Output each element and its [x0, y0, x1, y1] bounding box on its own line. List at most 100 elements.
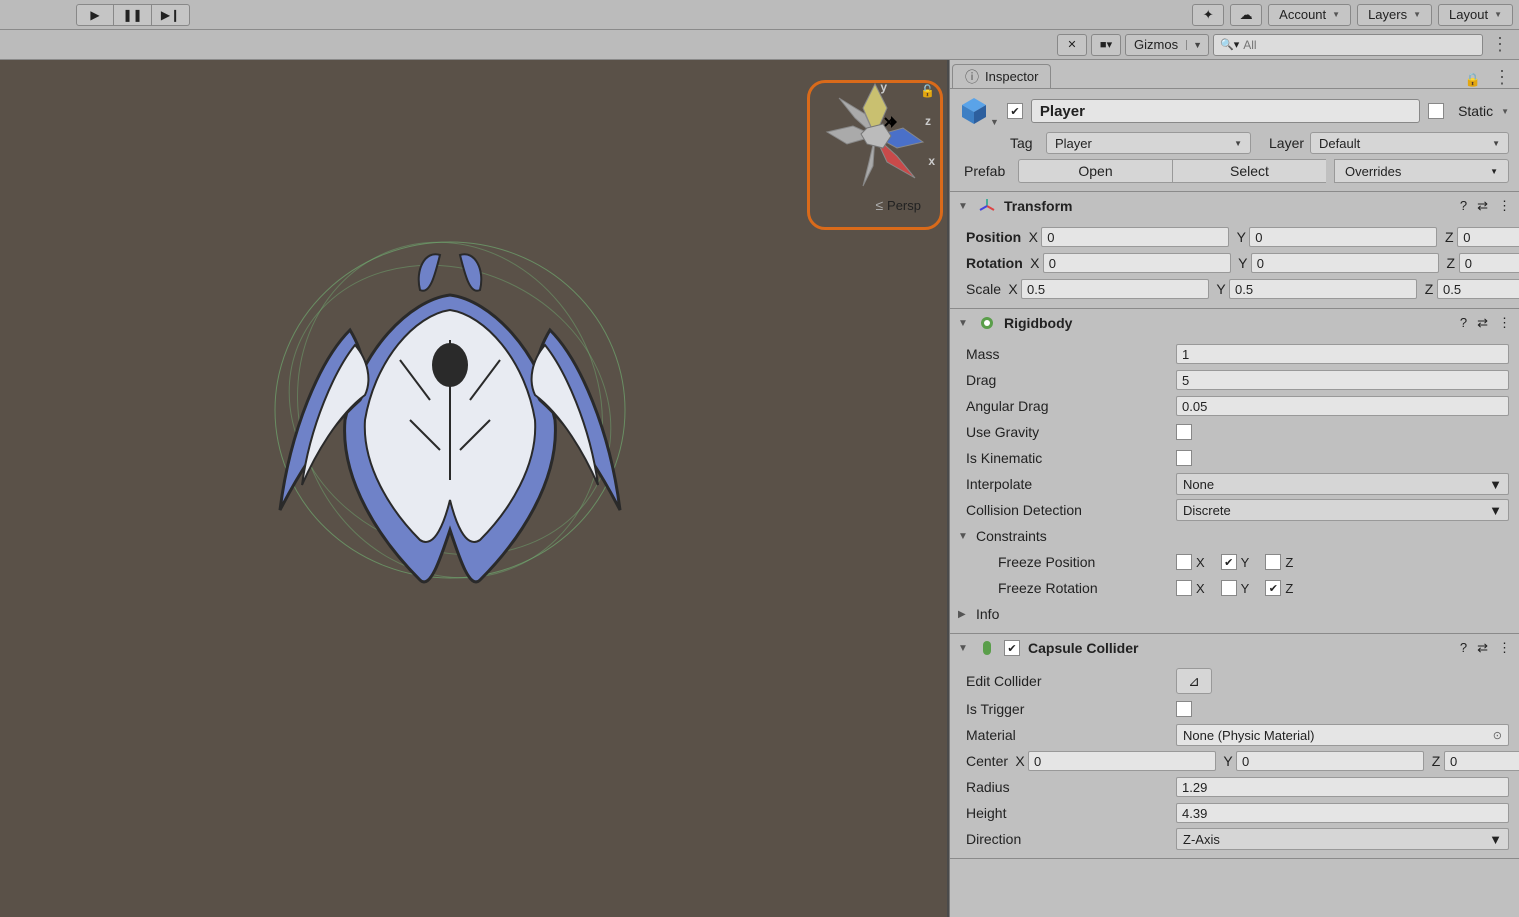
component-menu-icon[interactable]: ⋮ — [1498, 198, 1511, 214]
step-button[interactable]: ▶❙ — [152, 4, 190, 26]
collision-detection-label: Collision Detection — [960, 502, 1170, 518]
scene-viewport[interactable]: y z x ≤ Persp 🔓 — [0, 60, 949, 917]
prefab-overrides-dropdown[interactable]: Overrides▼ — [1334, 159, 1509, 183]
foldout-icon[interactable]: ▶ — [958, 609, 970, 620]
collab-icon[interactable]: ✦ — [1192, 4, 1224, 26]
search-input[interactable] — [1243, 38, 1476, 52]
center-z-field[interactable] — [1444, 751, 1519, 771]
cloud-icon[interactable]: ☁ — [1230, 4, 1262, 26]
freeze-pos-y-checkbox[interactable]: ✔ — [1221, 554, 1237, 570]
scene-menu-icon[interactable]: ⋮ — [1487, 34, 1513, 55]
gizmos-dropdown[interactable]: Gizmos ▼ — [1125, 34, 1209, 56]
use-gravity-label: Use Gravity — [960, 424, 1170, 440]
drag-field[interactable] — [1176, 370, 1509, 390]
preset-icon[interactable]: ⇄ — [1477, 640, 1488, 656]
prefab-label: Prefab — [958, 163, 1018, 179]
edit-collider-label: Edit Collider — [960, 673, 1170, 689]
prefab-select-button[interactable]: Select — [1172, 159, 1326, 183]
angular-drag-label: Angular Drag — [960, 398, 1170, 414]
camera-toggle-icon[interactable]: ■▾ — [1091, 34, 1121, 56]
position-x-field[interactable] — [1041, 227, 1229, 247]
drag-label: Drag — [960, 372, 1170, 388]
rotation-x-field[interactable] — [1043, 253, 1231, 273]
edit-collider-button[interactable]: ⊿ — [1176, 668, 1212, 694]
is-trigger-label: Is Trigger — [960, 701, 1170, 717]
rotation-y-field[interactable] — [1251, 253, 1439, 273]
use-gravity-checkbox[interactable] — [1176, 424, 1192, 440]
height-label: Height — [960, 805, 1170, 821]
axis-x-label: x — [928, 154, 935, 168]
collision-detection-dropdown[interactable]: Discrete▼ — [1176, 499, 1509, 521]
account-dropdown[interactable]: Account▼ — [1268, 4, 1351, 26]
capsule-enabled-checkbox[interactable]: ✔ — [1004, 640, 1020, 656]
rotation-z-field[interactable] — [1459, 253, 1519, 273]
tag-dropdown[interactable]: Player▼ — [1046, 132, 1251, 154]
transform-icon — [978, 197, 996, 215]
lock-inspector-icon[interactable]: 🔒 — [1465, 72, 1481, 88]
foldout-icon: ▼ — [958, 318, 970, 329]
radius-label: Radius — [960, 779, 1170, 795]
object-picker-icon[interactable]: ⊙ — [1493, 729, 1502, 742]
height-field[interactable] — [1176, 803, 1509, 823]
prefab-open-button[interactable]: Open — [1018, 159, 1172, 183]
direction-dropdown[interactable]: Z-Axis▼ — [1176, 828, 1509, 850]
pause-button[interactable]: ❚❚ — [114, 4, 152, 26]
transform-header[interactable]: ▼ Transform ?⇄⋮ — [950, 192, 1519, 220]
rigidbody-header[interactable]: ▼ Rigidbody ? ⇄ ⋮ — [950, 309, 1519, 337]
freeze-rotation-label: Freeze Rotation — [960, 580, 1170, 596]
transform-title: Transform — [1004, 198, 1452, 214]
inspector-tab[interactable]: ⓘ Inspector — [952, 64, 1051, 88]
help-icon[interactable]: ? — [1460, 640, 1467, 656]
position-y-field[interactable] — [1249, 227, 1437, 247]
play-button[interactable]: ▶ — [76, 4, 114, 26]
prefab-cube-icon[interactable] — [958, 95, 990, 127]
layer-dropdown[interactable]: Default▼ — [1310, 132, 1509, 154]
scale-x-field[interactable] — [1021, 279, 1209, 299]
scale-z-field[interactable] — [1437, 279, 1519, 299]
is-trigger-checkbox[interactable] — [1176, 701, 1192, 717]
material-field[interactable]: None (Physic Material)⊙ — [1176, 724, 1509, 746]
center-x-field[interactable] — [1028, 751, 1216, 771]
inspector-menu-icon[interactable]: ⋮ — [1489, 67, 1515, 88]
orientation-gizmo[interactable] — [815, 76, 935, 196]
preset-icon[interactable]: ⇄ — [1477, 315, 1488, 331]
is-kinematic-checkbox[interactable] — [1176, 450, 1192, 466]
component-menu-icon[interactable]: ⋮ — [1498, 640, 1511, 656]
toolbar-right: ✦ ☁ Account▼ Layers▼ Layout▼ — [1192, 4, 1513, 26]
layers-dropdown[interactable]: Layers▼ — [1357, 4, 1432, 26]
object-name-field[interactable] — [1031, 99, 1420, 123]
freeze-pos-z-checkbox[interactable] — [1265, 554, 1281, 570]
scene-toolbar: ✕ ■▾ Gizmos ▼ 🔍▾ ⋮ — [0, 30, 1519, 60]
center-y-field[interactable] — [1236, 751, 1424, 771]
freeze-rot-z-checkbox[interactable]: ✔ — [1265, 580, 1281, 596]
freeze-rot-y-checkbox[interactable] — [1221, 580, 1237, 596]
position-z-field[interactable] — [1457, 227, 1519, 247]
help-icon[interactable]: ? — [1460, 198, 1467, 214]
constraints-label: Constraints — [976, 528, 1174, 544]
radius-field[interactable] — [1176, 777, 1509, 797]
foldout-icon[interactable]: ▼ — [958, 531, 970, 542]
component-menu-icon[interactable]: ⋮ — [1498, 315, 1511, 331]
help-icon[interactable]: ? — [1460, 315, 1467, 331]
scene-search[interactable]: 🔍▾ — [1213, 34, 1483, 56]
freeze-rot-x-checkbox[interactable] — [1176, 580, 1192, 596]
projection-label[interactable]: ≤ Persp — [875, 197, 921, 213]
preset-icon[interactable]: ⇄ — [1477, 198, 1488, 214]
lock-gizmo-icon[interactable]: 🔓 — [920, 84, 935, 98]
static-checkbox[interactable] — [1428, 103, 1444, 119]
freeze-pos-x-checkbox[interactable] — [1176, 554, 1192, 570]
tag-label: Tag — [1010, 135, 1040, 151]
search-icon: 🔍▾ — [1220, 38, 1239, 51]
interpolate-dropdown[interactable]: None▼ — [1176, 473, 1509, 495]
capsule-header[interactable]: ▼ ✔ Capsule Collider ?⇄⋮ — [950, 634, 1519, 662]
active-checkbox[interactable]: ✔ — [1007, 103, 1023, 119]
scale-y-field[interactable] — [1229, 279, 1417, 299]
angular-drag-field[interactable] — [1176, 396, 1509, 416]
mass-field[interactable] — [1176, 344, 1509, 364]
layout-dropdown[interactable]: Layout▼ — [1438, 4, 1513, 26]
axis-y-label: y — [880, 80, 887, 94]
effects-toggle-icon[interactable]: ✕ — [1057, 34, 1087, 56]
layer-label: Layer — [1269, 135, 1304, 151]
player-ship-render — [260, 200, 640, 590]
rigidbody-title: Rigidbody — [1004, 315, 1452, 331]
